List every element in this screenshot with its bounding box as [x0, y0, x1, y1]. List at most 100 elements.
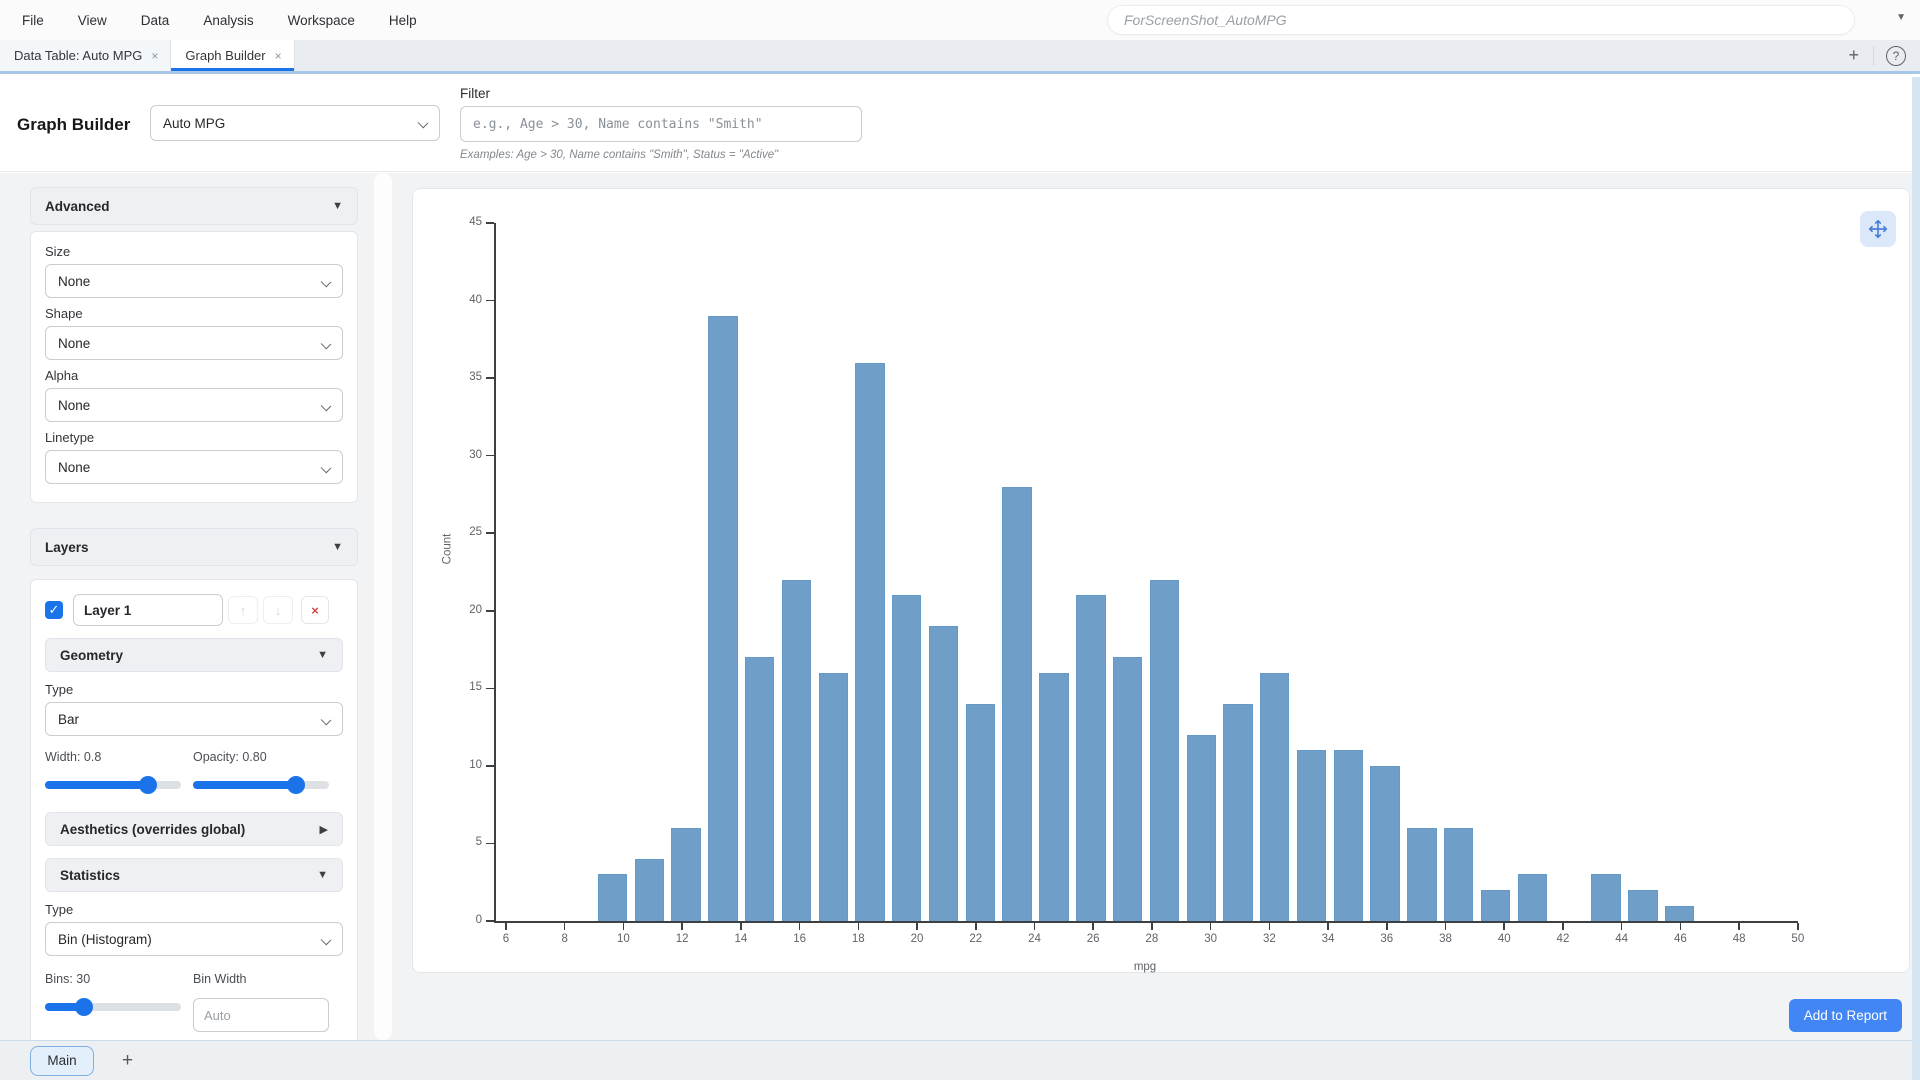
pan-tool-button[interactable]: [1860, 211, 1896, 247]
y-axis-tick: [486, 300, 494, 302]
histogram-bar: [635, 859, 664, 921]
x-axis-tick: [1621, 923, 1623, 930]
layer-name-input[interactable]: [73, 594, 223, 626]
x-axis-tick-label: 6: [491, 933, 521, 945]
advanced-section-body: Size None Shape None Alpha None Linetype: [30, 231, 358, 503]
collapse-icon: ▼: [317, 649, 328, 661]
x-axis-tick-label: 26: [1078, 933, 1108, 945]
geometry-type-select[interactable]: Bar: [45, 702, 343, 736]
layer-delete-button[interactable]: ×: [301, 596, 329, 624]
x-axis-tick-label: 28: [1137, 933, 1167, 945]
layer-move-down-button[interactable]: ↓: [263, 596, 293, 624]
alpha-label: Alpha: [45, 368, 343, 384]
statistics-section-title: Statistics: [60, 868, 120, 883]
size-select[interactable]: None: [45, 264, 343, 298]
main-scrollbar[interactable]: [1912, 77, 1920, 1080]
shape-select[interactable]: None: [45, 326, 343, 360]
histogram-bar: [1223, 704, 1252, 921]
menu-workspace[interactable]: Workspace: [288, 13, 355, 28]
x-axis-tick-label: 36: [1372, 933, 1402, 945]
linetype-select[interactable]: None: [45, 450, 343, 484]
tab-graph-builder[interactable]: Graph Builder ×: [171, 40, 294, 71]
close-icon[interactable]: ×: [275, 49, 282, 63]
y-axis-line: [494, 223, 496, 923]
histogram-bar: [1481, 890, 1510, 921]
advanced-section-header[interactable]: Advanced ▼: [30, 187, 358, 225]
workspace-name-field[interactable]: ForScreenShot_AutoMPG: [1107, 5, 1855, 35]
x-axis-tick-label: 32: [1254, 933, 1284, 945]
new-tab-button[interactable]: +: [1834, 45, 1873, 66]
y-axis-tick: [486, 843, 494, 845]
geometry-section-header[interactable]: Geometry ▼: [45, 638, 343, 672]
statistics-type-value: Bin (Histogram): [58, 932, 152, 947]
aesthetics-section-title: Aesthetics (overrides global): [60, 822, 245, 837]
advanced-section-title: Advanced: [45, 199, 110, 214]
x-axis-tick-label: 12: [667, 933, 697, 945]
histogram-bar: [1297, 750, 1326, 921]
geometry-type-label: Type: [45, 682, 343, 698]
bar-opacity-slider[interactable]: [193, 776, 329, 794]
y-axis-tick: [486, 455, 494, 457]
dataset-select-value: Auto MPG: [163, 116, 225, 131]
filter-input[interactable]: [460, 106, 862, 142]
chevron-down-icon: [321, 463, 332, 474]
bar-width-slider[interactable]: [45, 776, 181, 794]
slider-thumb[interactable]: [287, 776, 305, 794]
chevron-down-icon: [321, 277, 332, 288]
x-axis-tick: [1445, 923, 1447, 930]
alpha-select[interactable]: None: [45, 388, 343, 422]
tab-bar-actions: + ?: [1834, 40, 1920, 71]
y-axis-tick-label: 10: [452, 759, 482, 771]
bin-width-input[interactable]: [193, 998, 329, 1032]
x-axis-tick-label: 34: [1313, 933, 1343, 945]
help-icon[interactable]: ?: [1886, 46, 1906, 66]
menu-view[interactable]: View: [78, 13, 107, 28]
bar-opacity-label: Opacity: 0.80: [193, 750, 329, 766]
x-axis-tick-label: 16: [785, 933, 815, 945]
menu-file[interactable]: File: [22, 13, 44, 28]
x-axis-tick: [1210, 923, 1212, 930]
app-window: File View Data Analysis Workspace Help F…: [0, 0, 1920, 1080]
histogram-bar: [1628, 890, 1657, 921]
x-axis-tick-label: 10: [608, 933, 638, 945]
tab-main[interactable]: Main: [30, 1046, 94, 1076]
tab-bar-divider: [1873, 46, 1874, 66]
slider-thumb[interactable]: [139, 776, 157, 794]
sidebar-scrollbar[interactable]: [374, 173, 392, 1040]
layer-move-up-button[interactable]: ↑: [228, 596, 258, 624]
y-axis-tick-label: 0: [452, 914, 482, 926]
menu-analysis[interactable]: Analysis: [203, 13, 253, 28]
menu-help[interactable]: Help: [389, 13, 417, 28]
layers-section-header[interactable]: Layers ▼: [30, 528, 358, 566]
x-axis-tick-label: 46: [1665, 933, 1695, 945]
geometry-sliders: Width: 0.8 Opacity: 0.80: [45, 750, 343, 794]
bins-slider[interactable]: [45, 998, 181, 1016]
statistics-type-select[interactable]: Bin (Histogram): [45, 922, 343, 956]
layer-visible-checkbox[interactable]: ✓: [45, 601, 63, 619]
tab-data-table[interactable]: Data Table: Auto MPG ×: [0, 40, 171, 71]
aesthetics-section-header[interactable]: Aesthetics (overrides global) ▶: [45, 812, 343, 846]
statistics-section-header[interactable]: Statistics ▼: [45, 858, 343, 892]
x-axis-tick: [681, 923, 683, 930]
x-axis-tick: [1386, 923, 1388, 930]
x-axis-tick-label: 30: [1196, 933, 1226, 945]
add-workspace-tab-button[interactable]: +: [122, 1050, 133, 1072]
shape-select-value: None: [58, 336, 90, 351]
add-to-report-button[interactable]: Add to Report: [1789, 999, 1902, 1032]
y-axis-tick: [486, 610, 494, 612]
dataset-select[interactable]: Auto MPG: [150, 105, 440, 141]
workspace-tab-bar: Main +: [0, 1040, 1920, 1080]
x-axis-tick: [799, 923, 801, 930]
menu-caret-icon[interactable]: ▼: [1896, 12, 1906, 23]
x-axis-tick: [1503, 923, 1505, 930]
graph-builder-header: Graph Builder Auto MPG Filter Examples: …: [0, 77, 1920, 172]
x-axis-tick: [1151, 923, 1153, 930]
menu-data[interactable]: Data: [141, 13, 170, 28]
close-icon[interactable]: ×: [151, 49, 158, 63]
move-icon: [1867, 218, 1889, 240]
x-axis-tick-label: 20: [902, 933, 932, 945]
slider-thumb[interactable]: [75, 998, 93, 1016]
slider-fill: [193, 781, 296, 789]
layer-row: ✓ ↑ ↓ ×: [45, 594, 343, 626]
main-content: Advanced ▼ Size None Shape None Alpha No…: [0, 173, 1920, 1040]
